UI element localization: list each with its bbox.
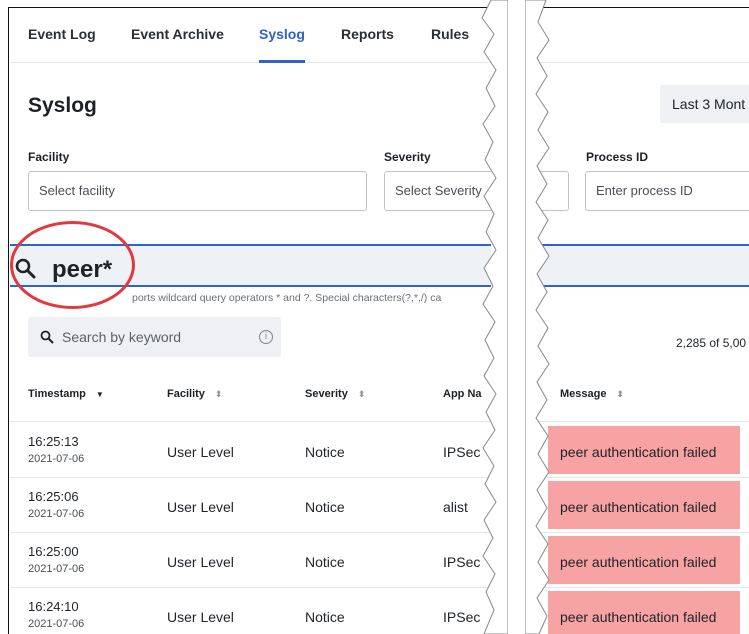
table-row[interactable]: 16:24:10 2021-07-06 User Level Notice IP… — [10, 587, 491, 634]
facility-select[interactable]: Select facility — [28, 171, 367, 211]
row-severity: Notice — [305, 499, 345, 515]
left-panel: Event Log Event Archive Syslog Reports R… — [10, 8, 491, 634]
keyword-placeholder: Search by keyword — [62, 329, 182, 345]
info-icon[interactable]: i — [259, 330, 273, 344]
row-app: IPSec — [443, 444, 481, 460]
table-row[interactable]: 16:25:00 2021-07-06 User Level Notice IP… — [10, 532, 491, 588]
row-facility: User Level — [167, 444, 234, 460]
severity-label: Severity — [384, 150, 431, 164]
sort-icon: ⬍ — [214, 389, 223, 399]
tab-bar: Event Log Event Archive Syslog Reports R… — [10, 8, 491, 63]
table-row[interactable]: peer authentication failed — [539, 422, 749, 478]
col-severity[interactable]: Severity ⬍ — [305, 388, 365, 400]
row-date: 2021-07-06 — [28, 618, 85, 630]
table-row[interactable]: 16:25:06 2021-07-06 User Level Notice al… — [10, 477, 491, 533]
tab-bar-continuation — [539, 8, 749, 63]
row-severity: Notice — [305, 444, 345, 460]
row-facility: User Level — [167, 609, 234, 625]
sort-icon: ⬍ — [357, 389, 366, 399]
keyword-search[interactable]: Search by keyword i — [28, 317, 281, 357]
right-panel: Last 3 Mont Process ID Enter process ID … — [539, 8, 749, 634]
page-title: Syslog — [28, 94, 97, 117]
frame-left — [8, 7, 9, 634]
row-message: peer authentication failed — [560, 609, 717, 625]
sort-icon: ⬍ — [616, 389, 625, 399]
row-severity: Notice — [305, 554, 345, 570]
row-time: 16:25:06 — [28, 489, 79, 504]
process-id-label: Process ID — [586, 150, 649, 164]
row-app: IPSec — [443, 554, 481, 570]
col-message[interactable]: Message ⬍ — [560, 388, 624, 400]
table-row[interactable]: 16:25:13 2021-07-06 User Level Notice IP… — [10, 422, 491, 478]
facility-label: Facility — [28, 150, 70, 164]
severity-select[interactable]: Select Severity — [384, 171, 491, 211]
search-icon — [40, 330, 54, 344]
row-date: 2021-07-06 — [28, 563, 85, 575]
row-message: peer authentication failed — [560, 444, 717, 460]
row-app: alist — [443, 499, 468, 515]
annotation-circle — [10, 221, 135, 309]
query-hint: ports wildcard query operators * and ?. … — [132, 292, 442, 304]
row-facility: User Level — [167, 499, 234, 515]
tab-event-log[interactable]: Event Log — [28, 26, 96, 42]
row-app: IPSec — [443, 609, 481, 625]
col-facility[interactable]: Facility ⬍ — [167, 388, 222, 400]
row-date: 2021-07-06 — [28, 508, 85, 520]
tab-event-archive[interactable]: Event Archive — [131, 26, 224, 42]
row-severity: Notice — [305, 609, 345, 625]
process-id-input[interactable]: Enter process ID — [585, 171, 749, 211]
active-tab-indicator — [259, 60, 305, 63]
col-timestamp[interactable]: Timestamp ▼ — [28, 388, 104, 400]
col-app-name[interactable]: App Na — [443, 388, 482, 400]
table-row[interactable]: peer authentication failed — [539, 532, 749, 588]
row-message: peer authentication failed — [560, 554, 717, 570]
tab-reports[interactable]: Reports — [341, 26, 394, 42]
tab-rules[interactable]: Rules — [431, 26, 469, 42]
row-time: 16:25:13 — [28, 434, 79, 449]
row-facility: User Level — [167, 554, 234, 570]
row-message: peer authentication failed — [560, 499, 717, 515]
table-row[interactable]: peer authentication failed — [539, 477, 749, 533]
row-time: 16:25:00 — [28, 544, 79, 559]
date-range-button[interactable]: Last 3 Mont — [660, 85, 749, 123]
tab-syslog[interactable]: Syslog — [259, 26, 305, 42]
row-date: 2021-07-06 — [28, 453, 85, 465]
result-count: 2,285 of 5,00 — [676, 336, 747, 350]
torn-edge-right — [525, 0, 550, 634]
torn-edge-left — [481, 0, 508, 634]
table-row[interactable]: peer authentication failed — [539, 587, 749, 634]
row-time: 16:24:10 — [28, 599, 79, 614]
query-input-continuation[interactable] — [539, 244, 749, 287]
sort-down-icon: ▼ — [95, 390, 104, 399]
